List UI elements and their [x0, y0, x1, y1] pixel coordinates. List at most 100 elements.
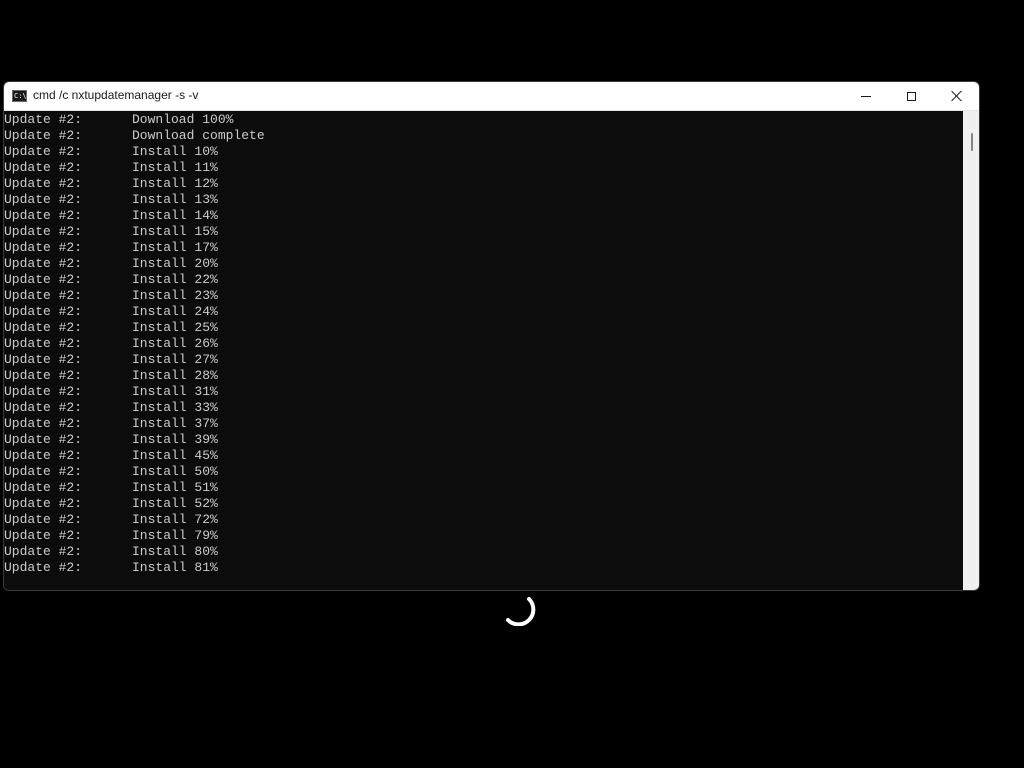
- console-line: Update #2: Install 50%: [4, 464, 404, 480]
- console-line: Update #2: Install 72%: [4, 512, 404, 528]
- console-line: Update #2: Download complete: [4, 128, 404, 144]
- console-line-message: Install 72%: [132, 512, 218, 527]
- console-line-prefix: Update #2:: [4, 240, 83, 255]
- console-line-prefix: Update #2:: [4, 544, 83, 559]
- console-line-prefix: Update #2:: [4, 128, 83, 143]
- console-line-prefix: Update #2:: [4, 352, 83, 367]
- console-line: Update #2: Install 10%: [4, 144, 404, 160]
- console-line-message: Install 27%: [132, 352, 218, 367]
- console-line: Update #2: Install 14%: [4, 208, 404, 224]
- console-line: Update #2: Install 11%: [4, 160, 404, 176]
- console-line-message: Install 45%: [132, 448, 218, 463]
- console-line-message: Install 31%: [132, 384, 218, 399]
- console-line-prefix: Update #2:: [4, 208, 83, 223]
- console-line-message: Install 52%: [132, 496, 218, 511]
- console-line-message: Install 12%: [132, 176, 218, 191]
- console-line-message: Download 100%: [132, 112, 234, 127]
- console-line: Update #2: Install 15%: [4, 224, 404, 240]
- console-line-message: Install 25%: [132, 320, 218, 335]
- console-line-message: Install 39%: [132, 432, 218, 447]
- console-line: Update #2: Install 27%: [4, 352, 404, 368]
- console-line: Update #2: Install 33%: [4, 400, 404, 416]
- console-line-prefix: Update #2:: [4, 320, 83, 335]
- console-line-message: Install 20%: [132, 256, 218, 271]
- cmd-icon: C:\: [12, 90, 27, 102]
- console-line-message: Install 80%: [132, 544, 218, 559]
- console-line-prefix: Update #2:: [4, 368, 83, 383]
- console-window: C:\ cmd /c nxtupdatemanager -s -v Update…: [3, 81, 980, 591]
- console-line-message: Install 79%: [132, 528, 218, 543]
- console-line-message: Install 24%: [132, 304, 218, 319]
- console-line: Update #2: Install 17%: [4, 240, 404, 256]
- console-line: Update #2: Install 45%: [4, 448, 404, 464]
- console-line-prefix: Update #2:: [4, 272, 83, 287]
- console-line-message: Install 26%: [132, 336, 218, 351]
- console-line-prefix: Update #2:: [4, 560, 83, 575]
- console-line-prefix: Update #2:: [4, 256, 83, 271]
- console-line-message: Install 13%: [132, 192, 218, 207]
- console-line: Update #2: Install 28%: [4, 368, 404, 384]
- minimize-icon: [861, 95, 871, 97]
- console-line: Update #2: Install 39%: [4, 432, 404, 448]
- vertical-scrollbar[interactable]: [963, 111, 979, 590]
- console-line-prefix: Update #2:: [4, 112, 83, 127]
- console-line-message: Download complete: [132, 128, 265, 143]
- console-line: Update #2: Install 26%: [4, 336, 404, 352]
- console-line-prefix: Update #2:: [4, 384, 83, 399]
- minimize-button[interactable]: [843, 82, 889, 110]
- console-line-message: Install 50%: [132, 464, 218, 479]
- console-line-prefix: Update #2:: [4, 432, 83, 447]
- console-line-prefix: Update #2:: [4, 288, 83, 303]
- console-line-message: Install 14%: [132, 208, 218, 223]
- console-line-prefix: Update #2:: [4, 336, 83, 351]
- console-line: Update #2: Install 79%: [4, 528, 404, 544]
- console-line: Update #2: Install 12%: [4, 176, 404, 192]
- console-line-prefix: Update #2:: [4, 528, 83, 543]
- console-line-message: Install 17%: [132, 240, 218, 255]
- console-line-prefix: Update #2:: [4, 160, 83, 175]
- close-button[interactable]: [934, 82, 979, 110]
- console-line: Update #2: Install 22%: [4, 272, 404, 288]
- console-line-message: Install 37%: [132, 416, 218, 431]
- console-line: Update #2: Download 100%: [4, 112, 404, 128]
- console-line-message: Install 23%: [132, 288, 218, 303]
- close-icon: [951, 90, 963, 102]
- cmd-icon-text: C:\: [14, 92, 27, 100]
- scrollbar-thumb[interactable]: [971, 133, 973, 151]
- console-line-prefix: Update #2:: [4, 192, 83, 207]
- console-line: Update #2: Install 80%: [4, 544, 404, 560]
- console-line-message: Install 33%: [132, 400, 218, 415]
- console-line-prefix: Update #2:: [4, 144, 83, 159]
- console-line: Update #2: Install 51%: [4, 480, 404, 496]
- console-line: Update #2: Install 25%: [4, 320, 404, 336]
- console-line: Update #2: Install 52%: [4, 496, 404, 512]
- console-line-prefix: Update #2:: [4, 224, 83, 239]
- console-line-message: Install 51%: [132, 480, 218, 495]
- window-title: cmd /c nxtupdatemanager -s -v: [33, 88, 199, 102]
- maximize-icon: [906, 91, 916, 101]
- console-line-message: Install 10%: [132, 144, 218, 159]
- console-line: Update #2: Install 20%: [4, 256, 404, 272]
- console-output[interactable]: Update #2: Download 100% Update #2: Downloa…: [4, 111, 963, 590]
- console-line-prefix: Update #2:: [4, 400, 83, 415]
- console-line: Update #2: Install 23%: [4, 288, 404, 304]
- console-line: Update #2: Install 37%: [4, 416, 404, 432]
- console-line: Update #2: Install 24%: [4, 304, 404, 320]
- console-line-prefix: Update #2:: [4, 176, 83, 191]
- console-line-message: Install 81%: [132, 560, 218, 575]
- console-line: Update #2: Install 81%: [4, 560, 404, 576]
- console-line-prefix: Update #2:: [4, 480, 83, 495]
- maximize-button[interactable]: [888, 82, 934, 110]
- console-line-prefix: Update #2:: [4, 304, 83, 319]
- console-line-message: Install 11%: [132, 160, 218, 175]
- console-line-prefix: Update #2:: [4, 464, 83, 479]
- console-line-prefix: Update #2:: [4, 496, 83, 511]
- console-line-message: Install 22%: [132, 272, 218, 287]
- console-line-message: Install 15%: [132, 224, 218, 239]
- loading-spinner-icon: [506, 597, 536, 626]
- console-line-prefix: Update #2:: [4, 448, 83, 463]
- console-line-message: Install 28%: [132, 368, 218, 383]
- title-bar[interactable]: C:\ cmd /c nxtupdatemanager -s -v: [4, 82, 979, 111]
- console-line: Update #2: Install 31%: [4, 384, 404, 400]
- console-line-prefix: Update #2:: [4, 512, 83, 527]
